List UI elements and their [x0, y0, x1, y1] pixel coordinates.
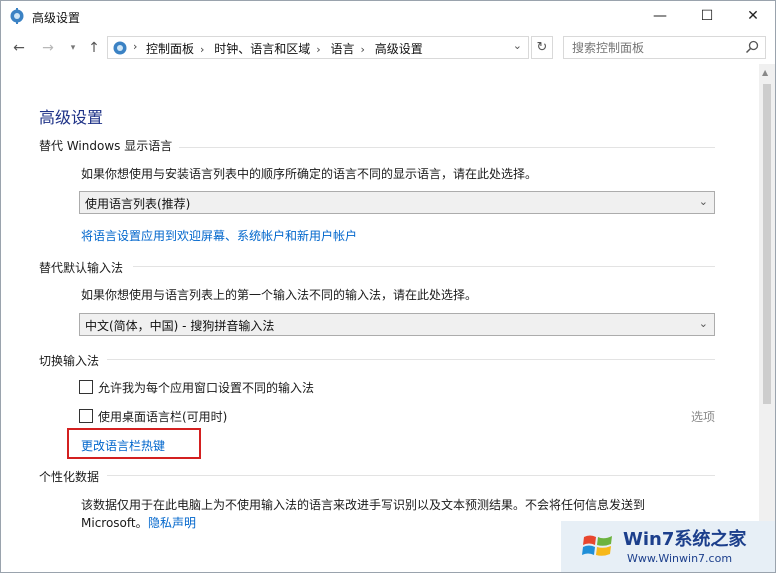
- breadcrumb-item[interactable]: 控制面板: [146, 42, 194, 56]
- checkbox[interactable]: [79, 380, 93, 394]
- section-description-line2: Microsoft。: [81, 516, 148, 530]
- search-input[interactable]: [570, 40, 744, 56]
- search-box[interactable]: [563, 36, 766, 59]
- page-title: 高级设置: [39, 108, 104, 127]
- breadcrumb-item[interactable]: 时钟、语言和区域: [214, 42, 310, 56]
- control-panel-icon: [10, 8, 24, 24]
- divider: [179, 147, 715, 148]
- section-title: 个性化数据: [39, 470, 100, 484]
- section-description: 该数据仅用于在此电脑上为不使用输入法的语言来改进手写识别以及文本预测结果。不会将…: [81, 498, 646, 512]
- watermark: Win7系统之家 Www.Winwin7.com: [561, 521, 775, 572]
- divider: [133, 266, 715, 267]
- control-panel-window: 高级设置 — ☐ ✕ ← → ▾ ↑ › 控制面板 › 时钟、语言和区域 › 语言 ›…: [0, 0, 776, 573]
- main-content: 高级设置 替代 Windows 显示语言 如果你想使用与安装语言列表中的顺序所确…: [1, 64, 759, 530]
- recent-locations-button[interactable]: ▾: [64, 37, 82, 59]
- privacy-statement-link[interactable]: 隐私声明: [148, 514, 196, 531]
- apply-settings-link[interactable]: 将语言设置应用到欢迎屏幕、系统帐户和新用户帐户: [81, 227, 357, 244]
- watermark-url: Www.Winwin7.com: [627, 552, 733, 565]
- windows-logo-icon: [582, 535, 612, 556]
- options-link[interactable]: 选项: [691, 408, 715, 425]
- breadcrumb: 控制面板 › 时钟、语言和区域 › 语言 › 高级设置: [146, 40, 427, 57]
- minimize-button[interactable]: —: [637, 1, 683, 32]
- title-bar[interactable]: 高级设置 — ☐ ✕: [1, 1, 775, 32]
- refresh-button[interactable]: ↻: [531, 36, 553, 59]
- breadcrumb-item[interactable]: 高级设置: [375, 42, 423, 56]
- chevron-right-icon[interactable]: ›: [200, 43, 204, 56]
- section-description: 如果你想使用与安装语言列表中的顺序所确定的语言不同的显示语言，请在此处选择。: [81, 167, 538, 181]
- divider: [107, 475, 715, 476]
- address-dropdown-button[interactable]: ⌄: [513, 39, 522, 52]
- checkbox-label: 使用桌面语言栏(可用时): [98, 410, 228, 424]
- watermark-brand: Win7系统之家: [623, 529, 747, 550]
- breadcrumb-item[interactable]: 语言: [331, 42, 355, 56]
- window-title: 高级设置: [32, 11, 81, 25]
- checkbox-label: 允许我为每个应用窗口设置不同的输入法: [98, 381, 315, 395]
- control-panel-icon: [113, 41, 127, 55]
- chevron-right-icon[interactable]: ›: [316, 43, 320, 56]
- section-description: 如果你想使用与语言列表上的第一个输入法不同的输入法，请在此处选择。: [81, 288, 478, 302]
- navigation-bar: ← → ▾ ↑ › 控制面板 › 时钟、语言和区域 › 语言 › 高级设置 ⌄ ↻: [1, 32, 775, 64]
- scroll-up-icon[interactable]: ▲: [762, 68, 768, 77]
- section-title: 切换输入法: [39, 354, 100, 368]
- chevron-down-icon: ⌄: [698, 317, 708, 330]
- vertical-scrollbar[interactable]: ▲: [759, 64, 775, 522]
- chevron-right-icon[interactable]: ›: [133, 40, 137, 53]
- display-language-select[interactable]: 使用语言列表(推荐) ⌄: [79, 191, 715, 214]
- back-button[interactable]: ←: [10, 37, 28, 59]
- forward-button[interactable]: →: [39, 37, 57, 59]
- chevron-right-icon[interactable]: ›: [361, 43, 365, 56]
- section-title: 替代 Windows 显示语言: [39, 139, 173, 153]
- scrollbar-thumb[interactable]: [763, 84, 771, 404]
- checkbox[interactable]: [79, 409, 93, 423]
- select-value: 中文(简体，中国) - 搜狗拼音输入法: [85, 319, 275, 333]
- search-icon[interactable]: [745, 40, 759, 54]
- maximize-button[interactable]: ☐: [684, 1, 730, 32]
- highlight-box: [67, 428, 201, 459]
- close-button[interactable]: ✕: [730, 1, 775, 32]
- chevron-down-icon: ⌄: [698, 195, 708, 208]
- up-button[interactable]: ↑: [85, 37, 103, 59]
- input-method-select[interactable]: 中文(简体，中国) - 搜狗拼音输入法 ⌄: [79, 313, 715, 336]
- address-bar[interactable]: › 控制面板 › 时钟、语言和区域 › 语言 › 高级设置 ⌄: [107, 36, 529, 59]
- divider: [107, 359, 715, 360]
- section-title: 替代默认输入法: [39, 261, 124, 275]
- select-value: 使用语言列表(推荐): [85, 197, 191, 211]
